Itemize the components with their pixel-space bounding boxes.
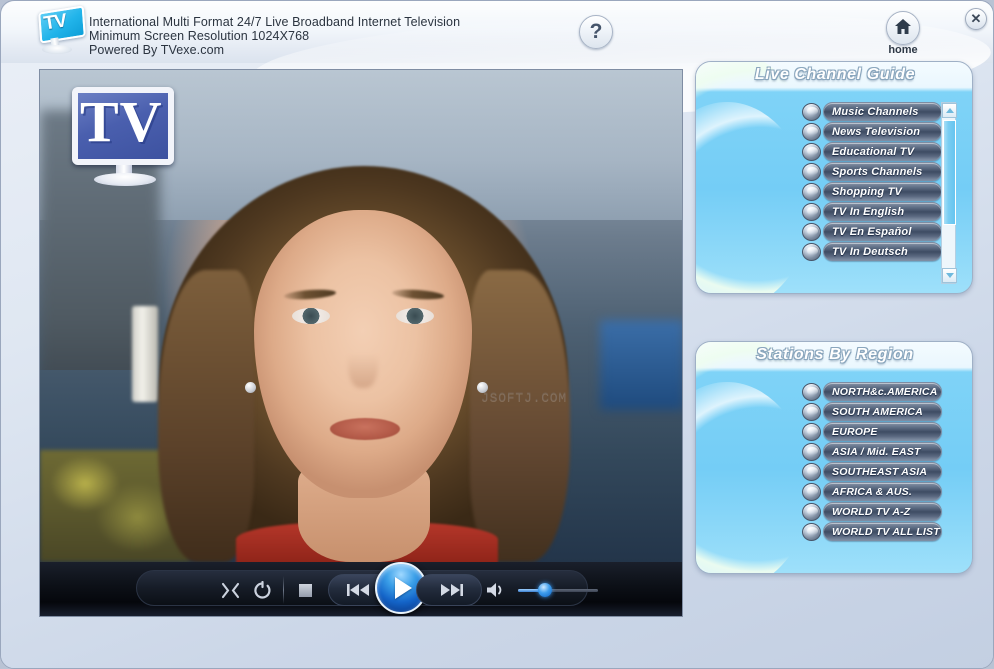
stations-by-region-title: Stations By Region <box>696 346 973 364</box>
scroll-down-icon[interactable] <box>942 268 957 283</box>
led-knob-icon <box>802 103 821 121</box>
led-knob-icon <box>802 483 821 501</box>
channel-item-espanol[interactable]: TV En Español <box>802 222 942 242</box>
help-button[interactable]: ? <box>579 15 613 49</box>
header-bar: TV International Multi Format 24/7 Live … <box>1 1 994 61</box>
video-subject-mouth <box>330 418 400 440</box>
led-knob-icon <box>802 163 821 181</box>
led-knob-icon <box>802 463 821 481</box>
scrollbar-thumb[interactable] <box>943 120 956 225</box>
channel-item-label: Shopping TV <box>824 186 902 198</box>
led-knob-icon <box>802 423 821 441</box>
video-player[interactable]: TV JSOFTJ.COM <box>39 69 683 617</box>
home-button[interactable]: home <box>883 11 923 59</box>
stations-by-region-list: NORTH&c.AMERICA SOUTH AMERICA EUROPE ASI… <box>802 382 942 542</box>
repeat-icon[interactable] <box>250 578 274 602</box>
region-item-world-tv-all-list[interactable]: WORLD TV ALL LIST <box>802 522 942 542</box>
tv-logo-label: TV <box>80 93 163 151</box>
channel-item-label: Educational TV <box>824 146 914 158</box>
region-item-world-tv-a-z[interactable]: WORLD TV A-Z <box>802 502 942 522</box>
led-knob-icon <box>802 523 821 541</box>
home-button-label: home <box>883 44 923 56</box>
region-item-label: WORLD TV ALL LIST <box>824 526 940 538</box>
channel-item-label: TV In English <box>824 206 904 218</box>
channel-item-deutsch[interactable]: TV In Deutsch <box>802 242 942 262</box>
region-item-europe[interactable]: EUROPE <box>802 422 942 442</box>
video-bg-boat <box>600 320 683 410</box>
channel-item-label: News Television <box>824 126 920 138</box>
channel-item-label: TV En Español <box>824 226 912 238</box>
led-knob-icon <box>802 123 821 141</box>
panel-swoosh-inner <box>695 382 812 574</box>
volume-thumb[interactable] <box>538 583 552 597</box>
channel-list-scrollbar[interactable] <box>941 102 956 284</box>
home-icon <box>894 18 912 36</box>
region-item-north-america[interactable]: NORTH&c.AMERICA <box>802 382 942 402</box>
channel-item-label: TV In Deutsch <box>824 246 908 258</box>
led-knob-icon <box>802 143 821 161</box>
channel-item-news[interactable]: News Television <box>802 122 942 142</box>
video-subject-earring-right <box>477 382 488 393</box>
channel-item-english[interactable]: TV In English <box>802 202 942 222</box>
tv-logo-overlay: TV <box>64 87 186 190</box>
tv-monitor-icon: TV <box>31 7 89 55</box>
region-item-label: SOUTHEAST ASIA <box>824 466 927 478</box>
panel-swoosh-inner <box>695 102 812 294</box>
region-item-label: EUROPE <box>824 426 878 438</box>
region-item-label: AFRICA & AUS. <box>824 486 912 498</box>
video-subject-eye-right <box>396 308 434 324</box>
header-line-3: Powered By TVexe.com <box>89 43 460 57</box>
shuffle-icon[interactable] <box>218 578 242 602</box>
led-knob-icon <box>802 443 821 461</box>
channel-item-sports[interactable]: Sports Channels <box>802 162 942 182</box>
volume-slider[interactable] <box>518 587 598 593</box>
region-item-africa-aus[interactable]: AFRICA & AUS. <box>802 482 942 502</box>
led-knob-icon <box>802 503 821 521</box>
close-button[interactable]: ✕ <box>965 8 987 30</box>
video-surface[interactable]: TV JSOFTJ.COM <box>40 70 683 562</box>
header-line-2: Minimum Screen Resolution 1024X768 <box>89 29 460 43</box>
channel-item-label: Music Channels <box>824 106 919 118</box>
video-subject-hair-left <box>158 270 254 562</box>
region-item-south-america[interactable]: SOUTH AMERICA <box>802 402 942 422</box>
video-subject-hair-right <box>470 270 570 562</box>
region-item-label: NORTH&c.AMERICA <box>824 386 937 398</box>
led-knob-icon <box>802 203 821 221</box>
video-subject-eye-left <box>292 308 330 324</box>
channel-item-educational[interactable]: Educational TV <box>802 142 942 162</box>
channel-item-music[interactable]: Music Channels <box>802 102 942 122</box>
led-knob-icon <box>802 383 821 401</box>
video-subject-earring-left <box>245 382 256 393</box>
led-knob-icon <box>802 223 821 241</box>
region-item-label: ASIA / Mid. EAST <box>824 446 921 458</box>
video-bg-candle <box>132 306 158 402</box>
video-subject-nose <box>348 332 378 388</box>
header-line-1: International Multi Format 24/7 Live Bro… <box>89 15 460 29</box>
app-icon-label: TV <box>42 10 67 35</box>
live-channel-guide-panel: Live Channel Guide Music Channels News T… <box>695 61 973 294</box>
header-title-block: International Multi Format 24/7 Live Bro… <box>89 15 460 57</box>
live-channel-guide-title: Live Channel Guide <box>696 66 973 84</box>
scroll-up-icon[interactable] <box>942 103 957 118</box>
stations-by-region-panel: Stations By Region NORTH&c.AMERICA SOUTH… <box>695 341 973 574</box>
led-knob-icon <box>802 243 821 261</box>
live-channel-guide-list: Music Channels News Television Education… <box>802 102 942 262</box>
volume-icon[interactable] <box>484 578 508 602</box>
control-divider <box>283 576 284 604</box>
led-knob-icon <box>802 183 821 201</box>
next-track-icon[interactable] <box>416 574 482 606</box>
stop-icon[interactable] <box>293 578 317 602</box>
region-item-label: SOUTH AMERICA <box>824 406 923 418</box>
channel-item-shopping[interactable]: Shopping TV <box>802 182 942 202</box>
channel-item-label: Sports Channels <box>824 166 922 178</box>
region-item-label: WORLD TV A-Z <box>824 506 910 518</box>
led-knob-icon <box>802 403 821 421</box>
application-window: TV International Multi Format 24/7 Live … <box>0 0 994 669</box>
region-item-southeast-asia[interactable]: SOUTHEAST ASIA <box>802 462 942 482</box>
region-item-asia-mid-east[interactable]: ASIA / Mid. EAST <box>802 442 942 462</box>
